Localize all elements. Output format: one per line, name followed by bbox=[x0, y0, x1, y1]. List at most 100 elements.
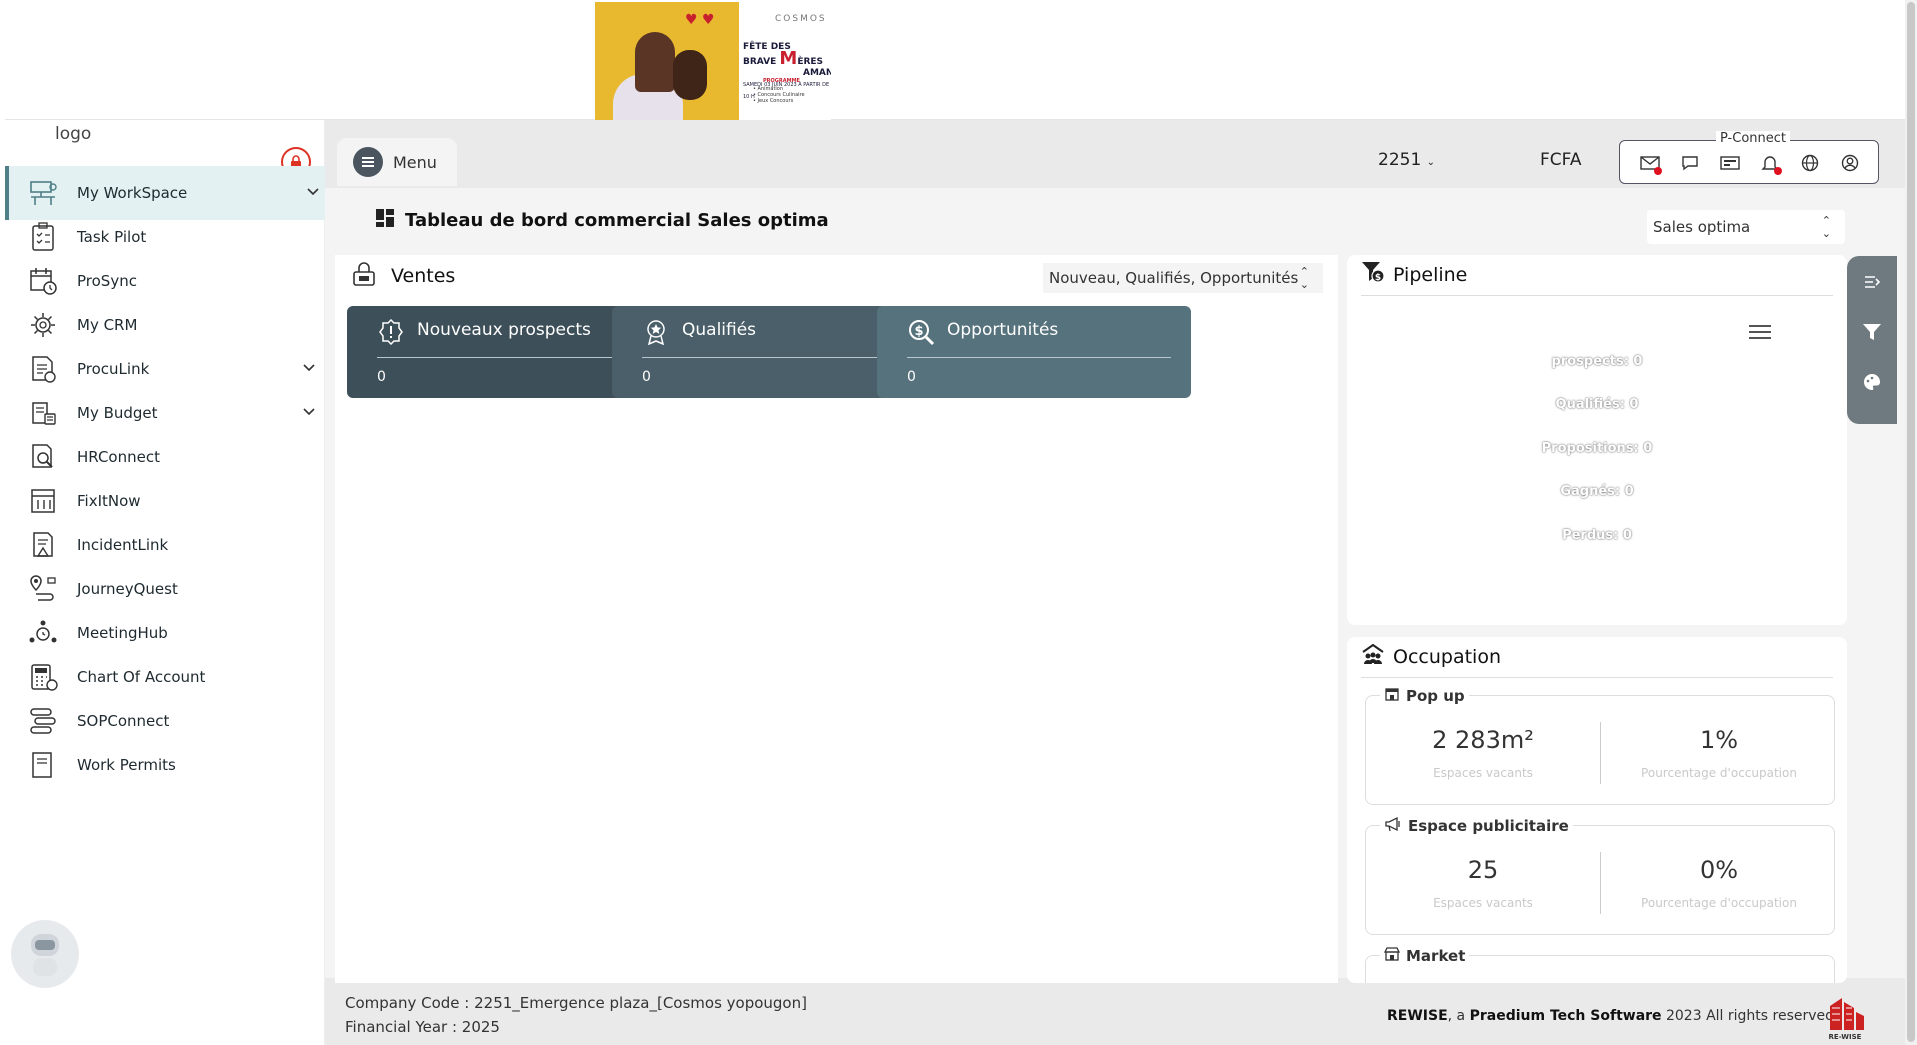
dashboard-select-value: Sales optima bbox=[1653, 218, 1751, 236]
kpi-card-opportunites[interactable]: $ Opportunités 0 bbox=[877, 306, 1191, 398]
promo-banner[interactable]: ♥ ♥ COSMOS FÊTE DES BRAVE MÈRES AMAN SAM… bbox=[595, 2, 831, 122]
main-area: Menu 2251 ⌄ FCFA P-Connect Tableau de bo… bbox=[325, 120, 1905, 1045]
kpi-label: Nouveaux prospects bbox=[417, 320, 591, 340]
dashboard-select[interactable]: Sales optima ⌃ ⌄ bbox=[1647, 210, 1845, 244]
store-icon bbox=[1383, 946, 1401, 966]
budget-icon bbox=[27, 397, 59, 429]
calendar-icon bbox=[27, 265, 59, 297]
sidebar: logo My WorkSpace Task Pilot ProSync My CRM… bbox=[5, 120, 325, 1045]
chevron-down-icon[interactable] bbox=[305, 184, 321, 200]
p-connect-toolbar: P-Connect bbox=[1619, 131, 1879, 184]
checklist-icon bbox=[27, 221, 59, 253]
app-root: ♥ ♥ COSMOS FÊTE DES BRAVE MÈRES AMAN SAM… bbox=[0, 0, 1917, 1045]
chevron-down-icon: ⌄ bbox=[1426, 157, 1436, 168]
notification-dot bbox=[1654, 167, 1662, 175]
menu-button[interactable]: Menu bbox=[337, 138, 457, 186]
company-code: Company Code : 2251_Emergence plaza_[Cos… bbox=[345, 994, 807, 1012]
funnel-stage-label: Propositions: 0 bbox=[1541, 441, 1653, 456]
ventes-filter-select[interactable]: Nouveau, Qualifiés, Opportunités ⌃ ⌄ bbox=[1043, 263, 1323, 293]
process-flow-icon bbox=[27, 705, 59, 737]
collapse-panel-icon[interactable] bbox=[1860, 270, 1884, 294]
kpi-divider bbox=[642, 357, 906, 358]
sidebar-item-label: JourneyQuest bbox=[77, 580, 178, 598]
chat-icon[interactable] bbox=[1678, 151, 1702, 175]
brand-name: REWISE bbox=[1387, 1008, 1448, 1024]
banner-line: ÈRES bbox=[797, 57, 824, 67]
kpi-divider bbox=[907, 357, 1171, 358]
chevron-down-icon[interactable] bbox=[301, 360, 317, 376]
page-scrollbar[interactable] bbox=[1905, 0, 1917, 1045]
assistant-bot-avatar[interactable] bbox=[11, 920, 79, 988]
sidebar-item-label: Task Pilot bbox=[77, 228, 147, 246]
menu-icon bbox=[353, 147, 383, 177]
updown-icon: ⌃ ⌄ bbox=[1299, 265, 1309, 291]
card-icon[interactable] bbox=[1718, 151, 1742, 175]
occupation-market-card: Market bbox=[1365, 946, 1835, 983]
company-name: Praedium Tech Software bbox=[1469, 1008, 1662, 1024]
chart-menu-icon[interactable] bbox=[1749, 325, 1771, 341]
occupation-section-label: Market bbox=[1380, 946, 1470, 966]
banner-brand: COSMOS bbox=[775, 14, 827, 24]
sidebar-item-label: Work Permits bbox=[77, 756, 176, 774]
ventes-panel: Ventes Nouveau, Qualifiés, Opportunités ⌃… bbox=[335, 255, 1338, 983]
banner-figure bbox=[635, 32, 675, 92]
occupation-title: Occupation bbox=[1393, 645, 1501, 668]
banner-photo: ♥ ♥ bbox=[595, 2, 739, 122]
ventes-filter-value: Nouveau, Qualifiés, Opportunités bbox=[1049, 269, 1299, 287]
vertical-divider bbox=[1600, 852, 1601, 914]
banner-line: AMAN bbox=[803, 68, 831, 78]
user-icon[interactable] bbox=[1838, 151, 1862, 175]
p-connect-label: P-Connect bbox=[1716, 131, 1790, 146]
sidebar-item-label: My WorkSpace bbox=[77, 184, 188, 202]
sidebar-item-label: FixItNow bbox=[77, 492, 141, 510]
page-title: Tableau de bord commercial Sales optima bbox=[405, 209, 829, 231]
pipeline-header: $ Pipeline bbox=[1361, 261, 1467, 288]
sidebar-item-label: SOPConnect bbox=[77, 712, 170, 730]
route-pin-icon bbox=[27, 573, 59, 605]
sidebar-item-label: My Budget bbox=[77, 404, 158, 422]
incident-doc-icon bbox=[27, 529, 59, 561]
money-search-icon: $ bbox=[907, 318, 935, 346]
alert-badge-icon bbox=[377, 318, 405, 346]
globe-icon[interactable] bbox=[1798, 151, 1822, 175]
banner-program-title: PROGRAMME bbox=[763, 78, 800, 84]
filter-icon[interactable] bbox=[1860, 320, 1884, 344]
palette-icon[interactable] bbox=[1860, 370, 1884, 394]
banner-program-item: Jeux Concours bbox=[757, 98, 794, 104]
sales-bag-icon bbox=[351, 261, 377, 291]
ventes-title: Ventes bbox=[391, 265, 456, 287]
banner-line: BRAVE bbox=[743, 57, 777, 67]
copyright-rights: 2023 All rights reserved bbox=[1661, 1008, 1835, 1024]
company-value: 2251 bbox=[1378, 150, 1422, 170]
right-tool-rail bbox=[1847, 256, 1897, 424]
section-label: Market bbox=[1406, 947, 1466, 965]
sidebar-item-work-permits[interactable]: Work Permits bbox=[5, 738, 325, 792]
workspace-icon bbox=[27, 177, 59, 209]
award-badge-icon bbox=[642, 318, 670, 346]
section-label: Espace publicitaire bbox=[1408, 817, 1569, 835]
funnel-stage-label: Gagnés: 0 bbox=[1560, 484, 1634, 499]
sidebar-item-label: ProSync bbox=[77, 272, 137, 290]
occupation-divider bbox=[1361, 677, 1833, 678]
mail-icon[interactable] bbox=[1638, 151, 1662, 175]
ventes-header: Ventes bbox=[351, 261, 455, 291]
logo[interactable]: logo bbox=[55, 124, 91, 144]
funnel-dollar-icon: $ bbox=[1361, 261, 1385, 288]
megaphone-icon bbox=[1384, 816, 1402, 836]
kpi-label: Qualifiés bbox=[682, 320, 757, 340]
company-selector[interactable]: 2251 ⌄ bbox=[1378, 150, 1435, 170]
notification-dot bbox=[1774, 167, 1782, 175]
calculator-icon bbox=[27, 661, 59, 693]
occupancy-value: 1% bbox=[1699, 726, 1739, 754]
svg-text:$: $ bbox=[914, 324, 923, 339]
sidebar-item-label: Chart Of Account bbox=[77, 668, 206, 686]
footer: Company Code : 2251_Emergence plaza_[Cos… bbox=[325, 986, 1905, 1045]
scrollbar-thumb[interactable] bbox=[1907, 2, 1915, 1042]
chevron-down-icon[interactable] bbox=[301, 404, 317, 420]
occupancy-sub: Pourcentage d'occupation bbox=[1641, 766, 1797, 780]
occupation-section-label: Pop up bbox=[1380, 686, 1469, 706]
pipeline-title: Pipeline bbox=[1393, 263, 1468, 286]
hearts-icon: ♥ ♥ bbox=[685, 12, 715, 28]
sidebar-item-label: HRConnect bbox=[77, 448, 160, 466]
bell-icon[interactable] bbox=[1758, 151, 1782, 175]
